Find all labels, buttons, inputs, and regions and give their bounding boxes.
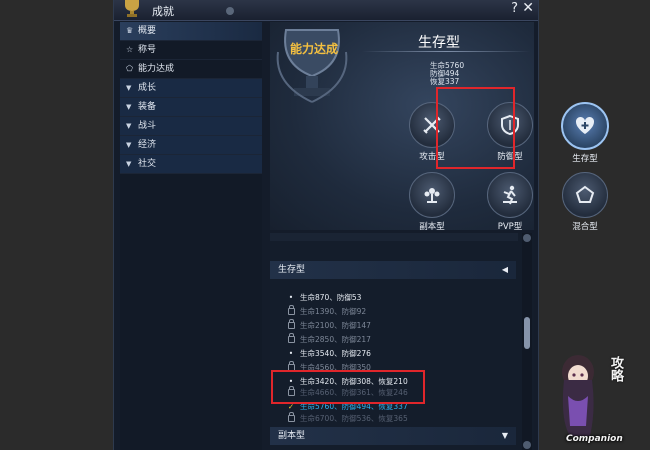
scroll-up-button[interactable] — [523, 234, 531, 242]
type-label: 混合型 — [572, 222, 598, 232]
triangle-down-icon: ▼ — [126, 160, 132, 168]
list-item-text: 生命3540、防御276 — [300, 349, 371, 358]
type-label: 生存型 — [572, 154, 598, 164]
sidebar-category-economy[interactable]: ▼ 经济 — [120, 136, 262, 155]
sidebar-item-ability[interactable]: ⬠ 能力达成 — [120, 60, 262, 79]
sidebar-category-social[interactable]: ▼ 社交 — [120, 155, 262, 174]
list-item: 生命2100、防御147 — [282, 319, 512, 333]
list-item: • 生命3540、防御276 — [282, 347, 512, 361]
type-label: PVP型 — [497, 222, 523, 232]
pentagon-icon — [575, 185, 595, 203]
watermark-side-text: 攻略 — [608, 356, 623, 382]
sidebar-category-equipment[interactable]: ▼ 装备 — [120, 98, 262, 117]
lock-icon — [287, 305, 295, 315]
trophy-icon — [125, 0, 139, 17]
highlight-current-row — [271, 370, 425, 404]
pvp-figure-icon — [503, 185, 517, 205]
list-item-text: 生命2850、防御217 — [300, 335, 371, 344]
list-item-text: 生命1390、防御92 — [300, 307, 367, 316]
trophy-icon: ♛ — [126, 26, 134, 35]
lock-icon — [287, 333, 295, 343]
list-item-text: 生命870、防御53 — [300, 293, 362, 302]
window-title: 成就 — [152, 5, 174, 18]
list-item: 生命2850、防御217 — [282, 333, 512, 347]
chat-bubble-icon — [226, 7, 234, 15]
type-dungeon[interactable]: 副本型 — [402, 172, 462, 232]
type-hybrid[interactable]: 混合型 — [555, 172, 615, 232]
sidebar: ♛ 概要 ☆ 称号 ⬠ 能力达成 ▼ 成长 ▼ 装备 ▼ 战斗 ▼ 经济 ▼ 社交 — [120, 22, 262, 450]
list-item-text: 生命2100、防御147 — [300, 321, 371, 330]
section-header-dungeon[interactable]: 副本型 ▼ — [270, 427, 516, 445]
type-circle — [409, 172, 455, 218]
sidebar-category-growth[interactable]: ▼ 成长 — [120, 79, 262, 98]
sidebar-item-label: 称号 — [138, 45, 157, 55]
sidebar-category-label: 战斗 — [138, 121, 157, 131]
collapse-arrow-icon: ◀ — [501, 265, 508, 274]
help-button[interactable]: ? — [511, 1, 518, 16]
close-button[interactable]: ✕ — [522, 0, 534, 16]
sidebar-category-label: 成长 — [138, 83, 157, 93]
list-item: 生命1390、防御92 — [282, 305, 512, 319]
bullet-icon: • — [288, 293, 294, 302]
title-bar[interactable]: 成就 ? ✕ — [114, 0, 538, 21]
lock-icon — [287, 412, 295, 422]
heart-plus-icon — [575, 116, 595, 134]
list-item: 生命6700、防御536、恢复365 — [282, 412, 512, 426]
sidebar-category-label: 经济 — [138, 140, 157, 150]
hero-label: 能力达成 — [290, 42, 339, 56]
section-header-survival[interactable]: 生存型 ◀ — [270, 261, 516, 279]
bullet-icon: • — [288, 349, 294, 358]
star-icon: ☆ — [126, 45, 134, 54]
list-scrollbar[interactable] — [522, 233, 532, 450]
type-survival[interactable]: 生存型 — [555, 102, 615, 164]
type-circle — [562, 172, 608, 218]
scroll-down-button[interactable] — [523, 441, 531, 449]
divider — [362, 51, 530, 52]
triangle-down-icon: ▼ — [126, 84, 132, 92]
sidebar-category-combat[interactable]: ▼ 战斗 — [120, 117, 262, 136]
list-header-cut — [270, 233, 518, 241]
triangle-down-icon: ▼ — [126, 141, 132, 149]
list-item-text: 生命6700、防御536、恢复365 — [300, 414, 408, 423]
hero-title: 生存型 — [418, 35, 460, 51]
type-label: 副本型 — [419, 222, 445, 232]
sidebar-item-titles[interactable]: ☆ 称号 — [120, 41, 262, 60]
section-title: 生存型 — [278, 265, 306, 275]
lock-icon — [287, 319, 295, 329]
sidebar-category-label: 装备 — [138, 102, 157, 112]
sidebar-item-label: 能力达成 — [138, 64, 175, 74]
pentagon-icon: ⬠ — [126, 64, 133, 73]
sidebar-item-label: 概要 — [138, 26, 157, 36]
type-pvp[interactable]: PVP型 — [480, 172, 540, 232]
type-circle — [487, 172, 533, 218]
achievement-list: 生存型 ◀ • 生命870、防御53 生命1390、防御92 生命2100、防御1… — [270, 233, 534, 450]
expand-arrow-icon: ▼ — [501, 431, 508, 440]
scroll-thumb[interactable] — [524, 317, 530, 349]
sidebar-item-overview[interactable]: ♛ 概要 — [120, 22, 262, 41]
watermark-text: Companion — [566, 434, 623, 444]
section-title: 副本型 — [278, 431, 306, 441]
tree-icon — [424, 188, 440, 203]
triangle-down-icon: ▼ — [126, 122, 132, 130]
list-item: • 生命870、防御53 — [282, 291, 512, 305]
stat-recovery: 恢复337 — [430, 77, 460, 86]
highlight-survival-type — [436, 87, 515, 169]
sidebar-category-label: 社交 — [138, 159, 157, 169]
triangle-down-icon: ▼ — [126, 103, 132, 111]
type-circle — [561, 102, 609, 150]
trophy-emblem-icon — [276, 29, 348, 103]
